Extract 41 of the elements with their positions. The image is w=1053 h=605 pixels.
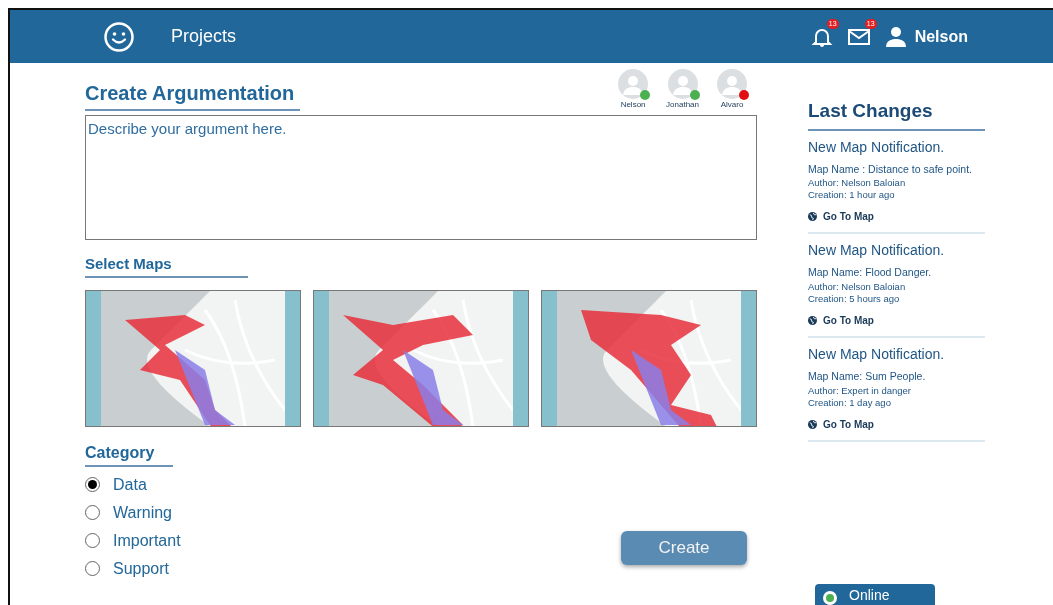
- section-title: Last Changes: [808, 97, 985, 131]
- avatar-icon[interactable]: [618, 69, 649, 99]
- smiley-icon[interactable]: [103, 20, 135, 53]
- globe-icon: [808, 419, 817, 429]
- author-text: Author: Nelson Baloian: [808, 281, 907, 293]
- section-title: Select Maps: [85, 253, 248, 278]
- go-to-map-link[interactable]: Go To Map: [823, 313, 874, 328]
- map-name: Map Name: Sum People.: [808, 369, 927, 384]
- go-to-map-link[interactable]: Go To Map: [823, 416, 874, 432]
- online-status-button[interactable]: Online: [815, 584, 935, 605]
- argument-field[interactable]: Describe your argument here.: [85, 115, 757, 240]
- notification-title: New Map Notification.: [808, 345, 946, 364]
- bell-icon[interactable]: [810, 26, 833, 49]
- create-button[interactable]: Create: [621, 530, 747, 565]
- envelope-icon[interactable]: [846, 27, 871, 48]
- go-to-map-link[interactable]: Go To Map: [823, 209, 874, 225]
- radio-option[interactable]: Important: [85, 528, 181, 553]
- radio-option[interactable]: Data: [85, 472, 181, 497]
- participant-name: Jonathan: [666, 99, 699, 111]
- radio-option[interactable]: Warning: [85, 500, 181, 525]
- map-name: Map Name : Distance to safe point.: [808, 161, 973, 177]
- participant-name: Alvaro: [720, 99, 744, 111]
- avatar-icon[interactable]: [667, 69, 698, 99]
- globe-icon: [808, 316, 817, 325]
- section-title: Category: [85, 440, 173, 467]
- user-name[interactable]: Nelson: [914, 24, 968, 49]
- user-icon[interactable]: [884, 25, 907, 48]
- creation-time: Creation: 1 day ago: [808, 396, 892, 409]
- page-title: Create Argumentation: [85, 78, 301, 111]
- globe-icon: [808, 212, 817, 222]
- author-text: Author: Nelson Baloian: [808, 177, 907, 190]
- notification-title: New Map Notification.: [808, 241, 946, 261]
- creation-time: Creation: 1 hour ago: [808, 189, 896, 202]
- avatar-icon[interactable]: [717, 69, 747, 99]
- projects-link[interactable]: Projects: [171, 23, 237, 50]
- radio-option[interactable]: Support: [85, 556, 181, 581]
- map-name: Map Name: Flood Danger.: [808, 265, 933, 281]
- participant-name: Nelson: [620, 99, 646, 111]
- notification-title: New Map Notification.: [808, 137, 946, 157]
- author-text: Author: Expert in danger: [808, 384, 912, 397]
- creation-time: Creation: 5 hours ago: [808, 293, 901, 305]
